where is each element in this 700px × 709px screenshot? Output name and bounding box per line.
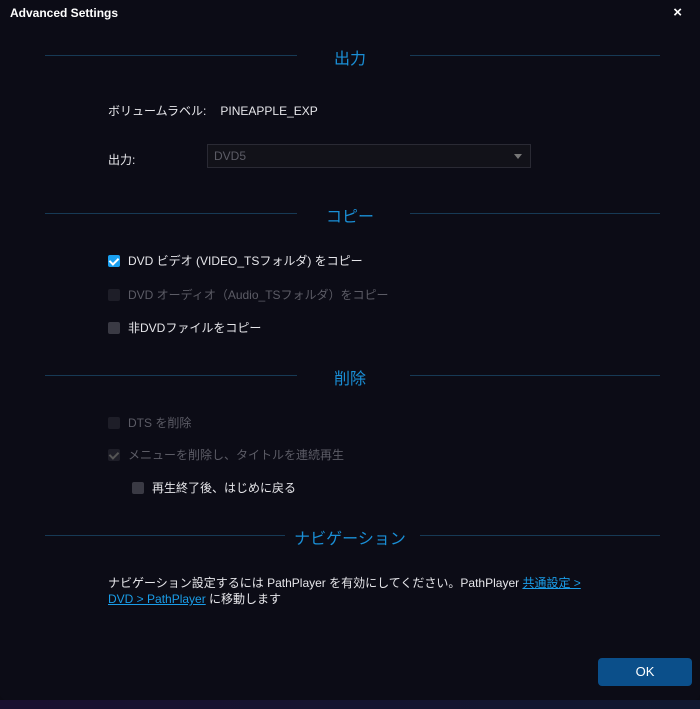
section-output-title: 出力	[333, 51, 366, 68]
remove-dts-checkbox	[108, 416, 120, 429]
advanced-settings-dialog: Advanced Settings × 出力 ボリュームラベル: PINEAPP…	[0, 0, 700, 700]
remove-menu-label: メニューを削除し、タイトルを連続再生	[128, 448, 345, 462]
section-copy-title: コピー	[325, 209, 374, 226]
output-caption: 出力:	[108, 151, 135, 168]
close-icon[interactable]: ×	[673, 4, 682, 21]
copy-dvd-video-checkbox[interactable]	[108, 254, 120, 267]
navigation-text: ナビゲーション設定するには PathPlayer を有効にしてください。Path…	[108, 576, 523, 590]
section-navigation-header: ナビゲーション	[0, 525, 700, 548]
navigation-info: ナビゲーション設定するには PathPlayer を有効にしてください。Path…	[108, 575, 608, 607]
output-select[interactable]: DVD5	[207, 144, 531, 168]
remove-dts-label: DTS を削除	[128, 416, 192, 430]
copy-dvd-audio-label: DVD オーディオ（Audio_TSフォルダ）をコピー	[128, 288, 389, 302]
return-to-start-checkbox[interactable]	[132, 481, 144, 494]
navigation-text-after: に移動します	[205, 592, 282, 606]
return-to-start-label: 再生終了後、はじめに戻る	[152, 481, 297, 495]
volume-label-value: PINEAPPLE_EXP	[220, 103, 318, 118]
output-select-value: DVD5	[214, 149, 247, 163]
return-to-start-option[interactable]: 再生終了後、はじめに戻る	[132, 479, 296, 496]
background-strip	[0, 700, 700, 709]
ok-button[interactable]: OK	[598, 658, 692, 686]
copy-dvd-video-label: DVD ビデオ (VIDEO_TSフォルダ) をコピー	[128, 254, 363, 268]
section-output-header: 出力	[0, 45, 700, 68]
section-remove-header: 削除	[0, 365, 700, 388]
copy-dvd-video-option[interactable]: DVD ビデオ (VIDEO_TSフォルダ) をコピー	[108, 252, 363, 269]
volume-label-caption: ボリュームラベル:	[108, 104, 207, 118]
copy-dvd-audio-option: DVD オーディオ（Audio_TSフォルダ）をコピー	[108, 286, 389, 303]
output-caption-text: 出力:	[108, 153, 136, 167]
remove-dts-option: DTS を削除	[108, 414, 191, 431]
copy-non-dvd-label: 非DVDファイルをコピー	[128, 321, 262, 335]
copy-non-dvd-option[interactable]: 非DVDファイルをコピー	[108, 319, 261, 336]
dialog-title: Advanced Settings	[10, 6, 119, 20]
remove-menu-option: メニューを削除し、タイトルを連続再生	[108, 446, 344, 463]
section-remove-title: 削除	[333, 371, 366, 388]
chevron-down-icon	[514, 154, 522, 159]
remove-menu-checkbox	[108, 448, 120, 461]
volume-label-row: ボリュームラベル: PINEAPPLE_EXP	[108, 102, 318, 119]
section-navigation-title: ナビゲーション	[294, 531, 406, 548]
copy-non-dvd-checkbox[interactable]	[108, 321, 120, 334]
copy-dvd-audio-checkbox	[108, 288, 120, 301]
section-copy-header: コピー	[0, 203, 700, 226]
